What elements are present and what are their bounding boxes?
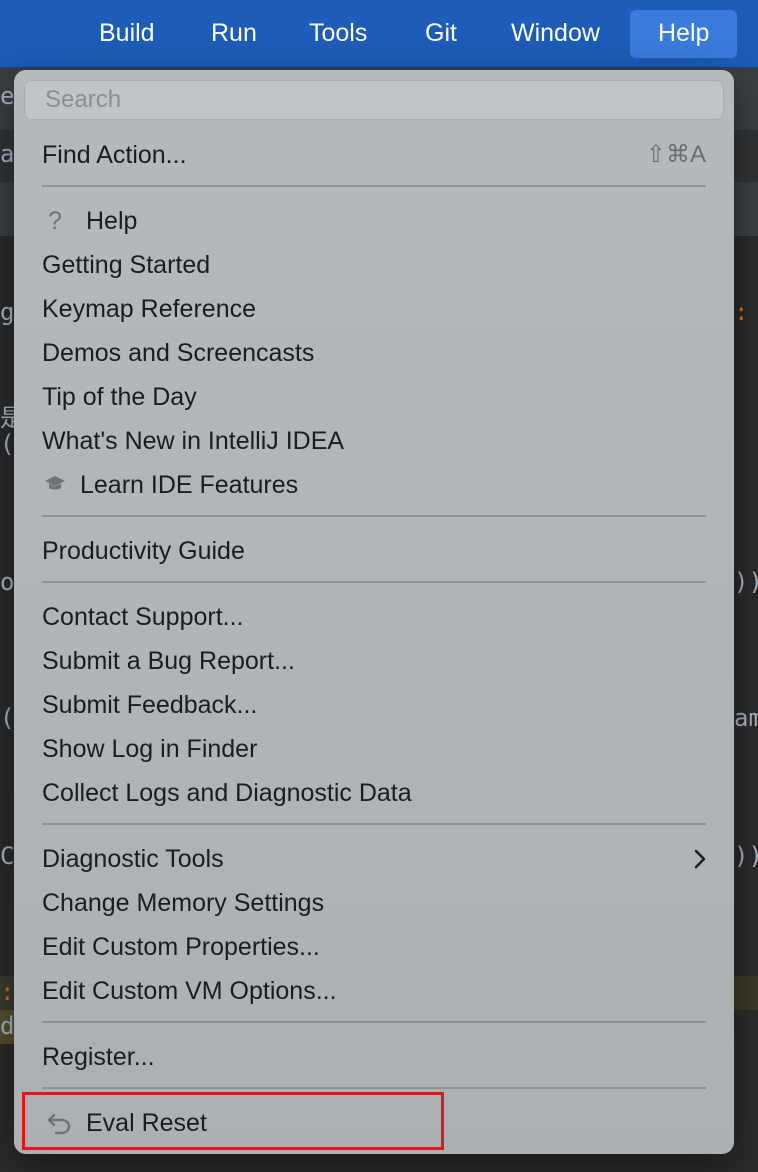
menu-item-label: Change Memory Settings	[42, 889, 325, 917]
menu-item-edit-properties[interactable]: Edit Custom Properties...	[14, 925, 734, 969]
menu-item-edit-vm-options[interactable]: Edit Custom VM Options...	[14, 969, 734, 1013]
menu-separator	[42, 581, 706, 583]
menu-item-label: Tip of the Day	[42, 383, 197, 411]
question-icon: ?	[48, 207, 62, 235]
menu-separator	[42, 515, 706, 517]
menu-item-label: Edit Custom VM Options...	[42, 977, 337, 1005]
menu-separator	[42, 1087, 706, 1089]
menu-item-label: What's New in IntelliJ IDEA	[42, 427, 345, 455]
code-fragment: ))	[734, 842, 758, 870]
graduation-cap-icon	[44, 475, 66, 493]
menu-git[interactable]: Git	[397, 10, 485, 58]
code-fragment: am	[734, 704, 758, 732]
menu-build[interactable]: Build	[71, 10, 183, 58]
menu-item-collect-logs[interactable]: Collect Logs and Diagnostic Data	[14, 771, 734, 815]
app-menubar: Build Run Tools Git Window Help	[0, 0, 758, 68]
menu-item-find-action[interactable]: Find Action... ⇧⌘A	[14, 133, 734, 177]
menu-item-label: Demos and Screencasts	[42, 339, 315, 367]
menu-item-submit-feedback[interactable]: Submit Feedback...	[14, 683, 734, 727]
menu-item-change-memory[interactable]: Change Memory Settings	[14, 881, 734, 925]
menu-item-label: Getting Started	[42, 251, 211, 279]
menu-item-label: Productivity Guide	[42, 537, 245, 565]
menu-item-submit-bug[interactable]: Submit a Bug Report...	[14, 639, 734, 683]
menu-item-register[interactable]: Register...	[14, 1035, 734, 1079]
menu-item-label: Submit Feedback...	[42, 691, 258, 719]
menu-item-diagnostic-tools[interactable]: Diagnostic Tools	[14, 837, 734, 881]
code-fragment: ))	[734, 568, 758, 596]
menu-item-label: Find Action...	[42, 141, 187, 169]
menu-run[interactable]: Run	[183, 10, 285, 58]
menu-item-keymap-reference[interactable]: Keymap Reference	[14, 287, 734, 331]
chevron-right-icon	[694, 849, 706, 869]
menu-item-label: Collect Logs and Diagnostic Data	[42, 779, 412, 807]
menu-item-help[interactable]: ? Help	[14, 199, 734, 243]
menu-separator	[42, 823, 706, 825]
shortcut-label: ⇧⌘A	[645, 141, 706, 168]
menu-item-productivity-guide[interactable]: Productivity Guide	[14, 529, 734, 573]
code-fragment: :	[0, 978, 15, 1006]
menu-separator	[42, 1021, 706, 1023]
menu-tools[interactable]: Tools	[281, 10, 395, 58]
menu-item-whats-new[interactable]: What's New in IntelliJ IDEA	[14, 419, 734, 463]
code-fragment: a	[0, 140, 15, 168]
menu-item-contact-support[interactable]: Contact Support...	[14, 595, 734, 639]
search-input[interactable]: Search	[24, 80, 724, 120]
help-menu-popup: Search Find Action... ⇧⌘A ? Help Getting…	[14, 70, 734, 1154]
menu-window[interactable]: Window	[483, 10, 628, 58]
menu-item-label: Show Log in Finder	[42, 735, 258, 763]
menu-item-label: Help	[86, 207, 138, 235]
menu-help[interactable]: Help	[630, 10, 738, 58]
highlight-box	[22, 1092, 444, 1150]
menu-item-label: Diagnostic Tools	[42, 845, 224, 873]
menu-item-show-log[interactable]: Show Log in Finder	[14, 727, 734, 771]
menu-item-label: Learn IDE Features	[80, 471, 299, 499]
menu-item-label: Register...	[42, 1043, 155, 1071]
menu-separator	[42, 185, 706, 187]
menu-item-getting-started[interactable]: Getting Started	[14, 243, 734, 287]
code-fragment: :	[734, 298, 749, 326]
menu-item-learn-ide[interactable]: Learn IDE Features	[14, 463, 734, 507]
menu-item-demos[interactable]: Demos and Screencasts	[14, 331, 734, 375]
menu-item-label: Contact Support...	[42, 603, 244, 631]
menu-item-label: Keymap Reference	[42, 295, 257, 323]
menu-item-label: Edit Custom Properties...	[42, 933, 320, 961]
menu-item-tip-of-day[interactable]: Tip of the Day	[14, 375, 734, 419]
menu-item-label: Submit a Bug Report...	[42, 647, 295, 675]
